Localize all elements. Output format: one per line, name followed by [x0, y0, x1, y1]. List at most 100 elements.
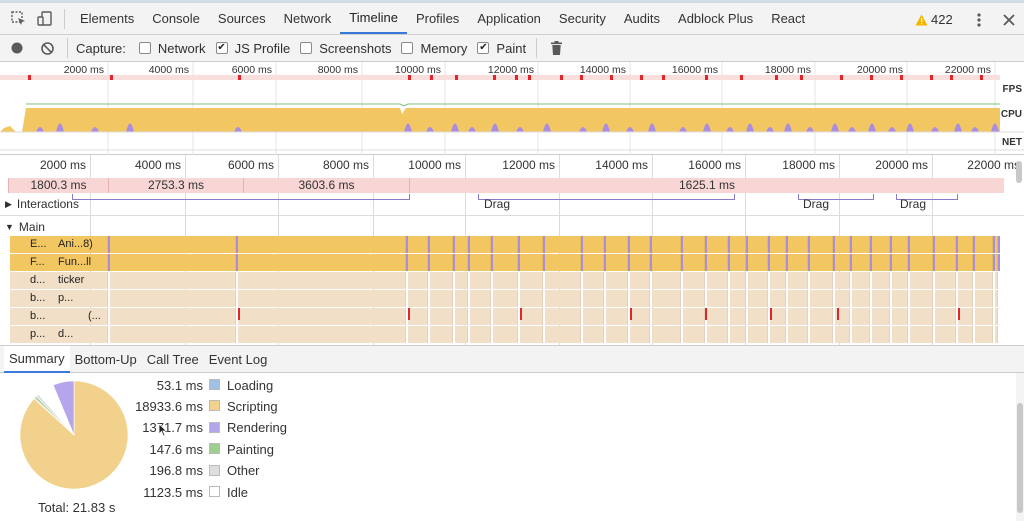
trace-event-bar[interactable]: [910, 254, 933, 271]
trace-event-bar[interactable]: [707, 272, 728, 289]
trace-event-bar[interactable]: [835, 326, 850, 343]
close-icon[interactable]: [1000, 11, 1018, 29]
trace-event-bar[interactable]: [852, 326, 870, 343]
trace-event-bar[interactable]: [748, 272, 768, 289]
main-track-header[interactable]: ▼ Main: [5, 220, 45, 234]
trace-event-bar[interactable]: [835, 236, 850, 253]
trace-event-bar[interactable]: [520, 308, 543, 325]
trace-event-bar[interactable]: [935, 236, 956, 253]
trace-event-bar[interactable]: [788, 326, 808, 343]
trace-event-bar[interactable]: [748, 308, 768, 325]
frame-bar[interactable]: 3603.6 ms: [243, 178, 409, 193]
trace-event-bar[interactable]: [788, 308, 808, 325]
trace-event-bar[interactable]: [892, 236, 908, 253]
trace-event-bar[interactable]: [958, 290, 973, 307]
trace-event-bar[interactable]: [683, 272, 705, 289]
trace-event-bar[interactable]: [935, 254, 956, 271]
trace-event-bar[interactable]: [835, 272, 850, 289]
trace-event-bar[interactable]: [835, 254, 850, 271]
capture-paint-checkbox[interactable]: ✔ Paint: [477, 41, 526, 56]
trace-event-bar[interactable]: [748, 290, 768, 307]
trace-event-bar[interactable]: [430, 308, 453, 325]
trace-event-bar[interactable]: [872, 254, 890, 271]
trace-event-bar[interactable]: [583, 236, 604, 253]
trace-event-bar[interactable]: [788, 254, 808, 271]
trace-event-bar[interactable]: [493, 236, 518, 253]
device-toolbar-icon[interactable]: [32, 10, 58, 27]
trace-event-bar[interactable]: [630, 272, 650, 289]
trace-event-bar[interactable]: [470, 326, 491, 343]
trace-event-bar[interactable]: [470, 236, 491, 253]
trace-event-bar[interactable]: [770, 236, 786, 253]
trace-event-bar[interactable]: [892, 326, 908, 343]
trace-event-bar[interactable]: [975, 254, 993, 271]
trace-event-bar[interactable]: [770, 308, 786, 325]
trace-event-bar[interactable]: [470, 254, 491, 271]
tab-application[interactable]: Application: [468, 3, 550, 34]
trace-event-bar[interactable]: [730, 326, 746, 343]
trace-event-bar[interactable]: [852, 272, 870, 289]
trace-event-bar[interactable]: [630, 254, 650, 271]
trace-event-bar[interactable]: [110, 254, 236, 271]
trace-event-bar[interactable]: [872, 290, 890, 307]
trace-event-bar[interactable]: [852, 254, 870, 271]
tab-timeline[interactable]: Timeline: [340, 3, 407, 34]
frame-bar[interactable]: 2753.3 ms: [108, 178, 243, 193]
trace-event-bar[interactable]: [958, 326, 973, 343]
trace-event-bar[interactable]: [730, 236, 746, 253]
trace-event-bar[interactable]: [545, 272, 581, 289]
tab-adblock-plus[interactable]: Adblock Plus: [669, 3, 762, 34]
tab-react[interactable]: React: [762, 3, 814, 34]
trace-event-bar[interactable]: [995, 326, 998, 343]
trace-event-bar[interactable]: [995, 308, 998, 325]
tab-call-tree[interactable]: Call Tree: [142, 346, 204, 373]
capture-screenshots-checkbox[interactable]: Screenshots: [300, 41, 391, 56]
trace-event-bar[interactable]: [910, 290, 933, 307]
trace-event-bar[interactable]: [455, 326, 468, 343]
trace-event-bar[interactable]: [958, 236, 973, 253]
trace-event-bar[interactable]: [606, 290, 628, 307]
trace-event-bar[interactable]: [408, 290, 428, 307]
trace-event-bar[interactable]: [707, 326, 728, 343]
trace-event-bar[interactable]: [958, 254, 973, 271]
capture-js-profile-checkbox[interactable]: ✔ JS Profile: [215, 41, 290, 56]
trace-event-bar[interactable]: [493, 272, 518, 289]
trace-event-bar[interactable]: [892, 254, 908, 271]
trace-event-bar[interactable]: [652, 290, 681, 307]
trace-event-bar[interactable]: [935, 290, 956, 307]
trace-event-bar[interactable]: [683, 308, 705, 325]
trace-event-bar[interactable]: [975, 308, 993, 325]
tab-summary[interactable]: Summary: [4, 345, 70, 373]
trace-event-bar[interactable]: [238, 326, 406, 343]
trace-event-bar[interactable]: [852, 308, 870, 325]
trace-event-bar[interactable]: [455, 290, 468, 307]
trace-event-bar[interactable]: [238, 290, 406, 307]
trace-event-bar[interactable]: [583, 254, 604, 271]
trace-event-bar[interactable]: [652, 326, 681, 343]
trace-event-bar[interactable]: [958, 272, 973, 289]
tab-audits[interactable]: Audits: [615, 3, 669, 34]
tab-sources[interactable]: Sources: [209, 3, 275, 34]
trace-event-bar[interactable]: [408, 272, 428, 289]
flame-chart[interactable]: 2000 ms 4000 ms 6000 ms 8000 ms 10000 ms 1200…: [0, 155, 1024, 345]
trace-event-bar[interactable]: [730, 308, 746, 325]
trace-event-bar[interactable]: [872, 272, 890, 289]
trace-event-bar[interactable]: [583, 290, 604, 307]
trace-event-bar[interactable]: [892, 290, 908, 307]
trace-event-bar[interactable]: [730, 254, 746, 271]
render-event-bar[interactable]: [998, 254, 1000, 271]
trace-event-bar[interactable]: [493, 290, 518, 307]
interactions-track[interactable]: ▶ Interactions: [5, 197, 79, 211]
trace-event-bar[interactable]: [872, 236, 890, 253]
trace-event-bar[interactable]: [810, 272, 833, 289]
trace-event-bar[interactable]: [630, 326, 650, 343]
trace-event-bar[interactable]: [606, 254, 628, 271]
trace-event-bar[interactable]: [110, 326, 236, 343]
trace-event-bar[interactable]: [455, 236, 468, 253]
trace-event-bar[interactable]: [683, 236, 705, 253]
trace-event-bar[interactable]: [892, 272, 908, 289]
scrollbar-thumb[interactable]: [1017, 403, 1023, 513]
trace-event-bar[interactable]: [810, 290, 833, 307]
trace-event-bar[interactable]: [455, 272, 468, 289]
trace-event-bar[interactable]: [583, 308, 604, 325]
